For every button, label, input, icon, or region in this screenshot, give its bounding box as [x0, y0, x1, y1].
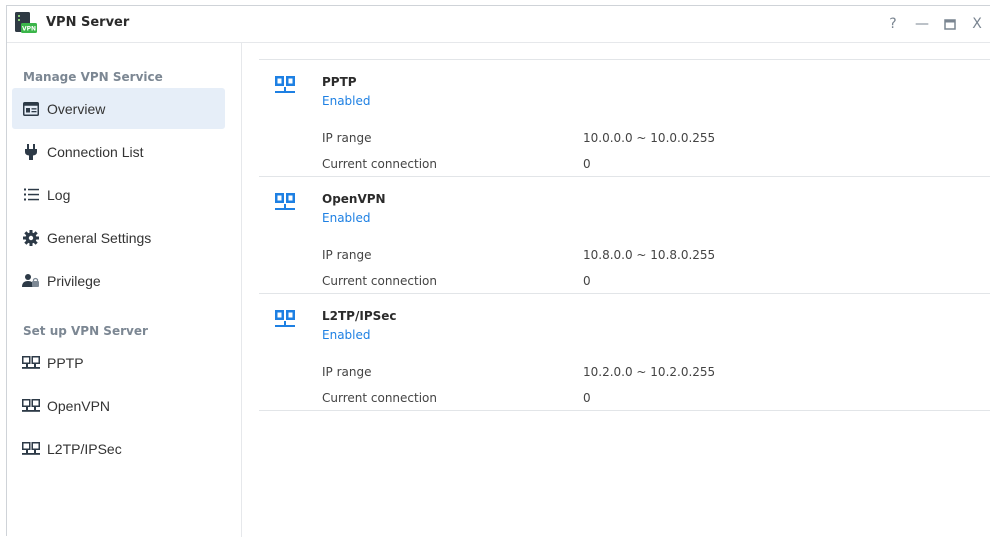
- users-icon: [22, 272, 40, 290]
- sidebar-item-general-settings[interactable]: General Settings: [12, 217, 225, 258]
- section-manage-vpn-service: Manage VPN Service: [23, 70, 163, 84]
- ip-range-value: 10.8.0.0 ~ 10.8.0.255: [583, 248, 716, 262]
- ip-range-value: 10.0.0.0 ~ 10.0.0.255: [583, 131, 716, 145]
- service-card-pptp: PPTP Enabled IP range 10.0.0.0 ~ 10.0.0.…: [259, 59, 990, 176]
- sidebar-item-connection-list[interactable]: Connection List: [12, 131, 225, 172]
- service-name: PPTP: [322, 75, 357, 89]
- help-button[interactable]: ?: [885, 16, 901, 32]
- section-set-up-vpn-server: Set up VPN Server: [23, 324, 148, 338]
- sidebar-item-label: PPTP: [47, 354, 84, 371]
- gear-icon: [22, 229, 40, 247]
- plug-icon: [22, 143, 40, 161]
- sidebar-item-openvpn[interactable]: OpenVPN: [12, 385, 225, 426]
- sidebar-item-privilege[interactable]: Privilege: [12, 260, 225, 301]
- network-icon: [275, 310, 295, 327]
- service-card-openvpn: OpenVPN Enabled IP range 10.8.0.0 ~ 10.8…: [259, 176, 990, 293]
- ip-range-label: IP range: [322, 365, 372, 379]
- vpn-app-icon: VPN: [15, 12, 37, 33]
- service-name: L2TP/IPSec: [322, 309, 397, 323]
- network-icon: [22, 397, 40, 415]
- current-connection-value: 0: [583, 157, 591, 171]
- sidebar-item-label: Privilege: [47, 272, 101, 289]
- sidebar: Manage VPN Service Overview Connection L…: [7, 43, 242, 537]
- minimize-button[interactable]: —: [914, 16, 930, 32]
- network-icon: [275, 76, 295, 93]
- current-connection-label: Current connection: [322, 391, 438, 405]
- sidebar-item-label: Connection List: [47, 143, 144, 160]
- network-icon: [22, 440, 40, 458]
- service-name: OpenVPN: [322, 192, 386, 206]
- network-icon: [22, 354, 40, 372]
- service-status: Enabled: [322, 94, 371, 108]
- sidebar-item-l2tp-ipsec[interactable]: L2TP/IPSec: [12, 428, 225, 469]
- sidebar-item-overview[interactable]: Overview: [12, 88, 225, 129]
- sidebar-item-label: Log: [47, 186, 71, 203]
- title-bar: VPN VPN Server ? — X: [7, 6, 990, 43]
- sidebar-item-label: L2TP/IPSec: [47, 440, 122, 457]
- overview-panel: PPTP Enabled IP range 10.0.0.0 ~ 10.0.0.…: [259, 43, 990, 537]
- current-connection-value: 0: [583, 391, 591, 405]
- sidebar-item-label: General Settings: [47, 229, 152, 246]
- current-connection-label: Current connection: [322, 157, 438, 171]
- vpn-server-window: VPN VPN Server ? — X Manage VPN Service …: [6, 5, 990, 537]
- sidebar-item-log[interactable]: Log: [12, 174, 225, 215]
- list-icon: [22, 186, 40, 204]
- ip-range-value: 10.2.0.0 ~ 10.2.0.255: [583, 365, 716, 379]
- sidebar-item-label: OpenVPN: [47, 397, 111, 414]
- overview-icon: [22, 100, 40, 118]
- service-status: Enabled: [322, 211, 371, 225]
- service-status: Enabled: [322, 328, 371, 342]
- maximize-button[interactable]: [942, 16, 958, 32]
- window-title: VPN Server: [46, 15, 130, 30]
- network-icon: [275, 193, 295, 210]
- ip-range-label: IP range: [322, 248, 372, 262]
- service-card-l2tp-ipsec: L2TP/IPSec Enabled IP range 10.2.0.0 ~ 1…: [259, 293, 990, 411]
- ip-range-label: IP range: [322, 131, 372, 145]
- svg-text:VPN: VPN: [22, 26, 36, 33]
- current-connection-label: Current connection: [322, 274, 438, 288]
- sidebar-item-pptp[interactable]: PPTP: [12, 342, 225, 383]
- sidebar-item-label: Overview: [47, 100, 106, 117]
- current-connection-value: 0: [583, 274, 591, 288]
- close-button[interactable]: X: [969, 16, 985, 32]
